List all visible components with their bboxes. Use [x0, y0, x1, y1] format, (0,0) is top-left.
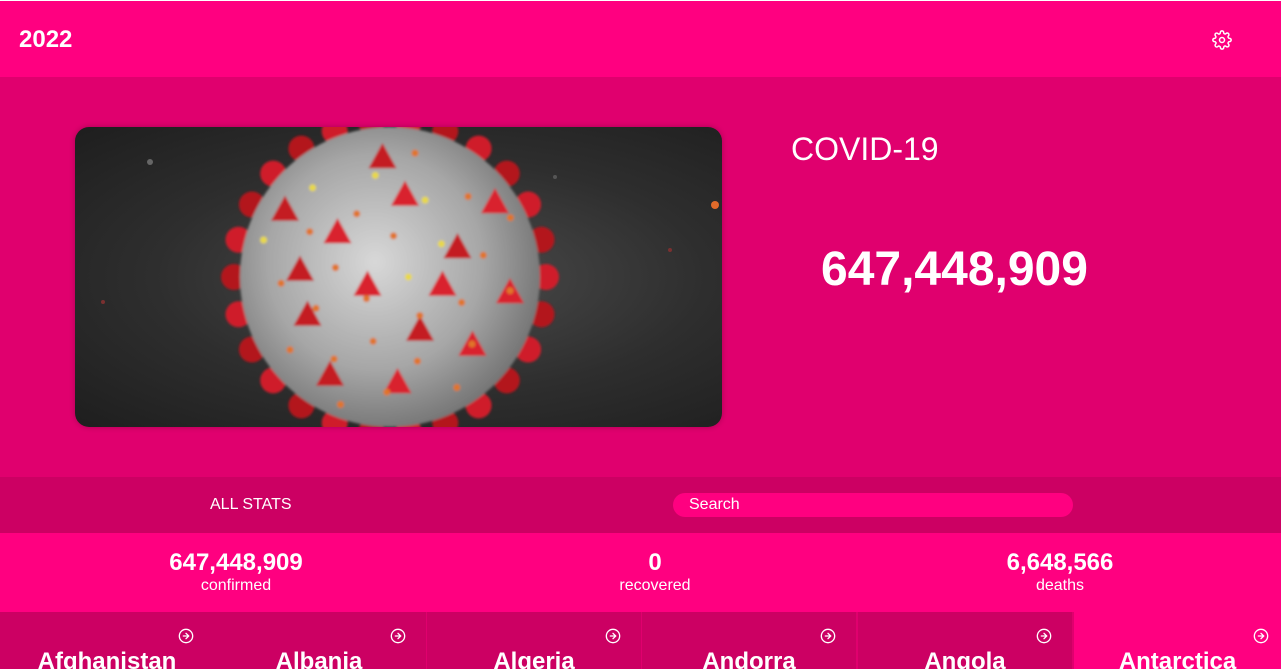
stat-label: confirmed	[200, 577, 272, 594]
gear-icon[interactable]	[1212, 30, 1232, 50]
coronavirus-image	[75, 127, 722, 427]
stat-value: 6,648,566	[1006, 549, 1114, 576]
country-name: Antarctica	[1118, 648, 1237, 669]
arrow-right-circle-icon[interactable]	[605, 628, 621, 644]
country-name: Angola	[924, 648, 1006, 669]
country-card-albania[interactable]: Albania	[212, 612, 427, 669]
country-name: Algeria	[493, 648, 575, 669]
country-card-algeria[interactable]: Algeria	[427, 612, 642, 669]
all-stats-tab[interactable]: ALL STATS	[210, 496, 292, 514]
stat-label: deaths	[1035, 577, 1085, 594]
arrow-right-circle-icon[interactable]	[1036, 628, 1052, 644]
stat-value: 0	[648, 549, 662, 576]
stat-recovered: 0 recovered	[525, 549, 785, 595]
stat-label: recovered	[619, 577, 691, 594]
stat-confirmed: 647,448,909 confirmed	[106, 549, 366, 595]
country-card-angola[interactable]: Angola	[858, 612, 1073, 669]
country-name: Albania	[275, 648, 363, 669]
filter-bar: ALL STATS	[0, 477, 1281, 533]
arrow-right-circle-icon[interactable]	[178, 628, 194, 644]
hero-section: COVID-19 647,448,909	[0, 77, 1281, 477]
country-list: Afghanistan Albania Algeria Andorra Ango…	[0, 612, 1281, 669]
arrow-right-circle-icon[interactable]	[390, 628, 406, 644]
top-bar: 2022	[0, 0, 1281, 77]
stat-deaths: 6,648,566 deaths	[930, 549, 1190, 595]
country-card-antarctica[interactable]: Antarctica	[1074, 612, 1281, 669]
hero-title: COVID-19	[791, 131, 939, 167]
hero-total-count: 647,448,909	[821, 243, 1088, 296]
search-input[interactable]	[673, 493, 1073, 517]
country-card-andorra[interactable]: Andorra	[642, 612, 857, 669]
brand-title[interactable]: 2022	[19, 26, 72, 54]
country-card-afghanistan[interactable]: Afghanistan	[0, 612, 215, 669]
virus-illustration	[101, 127, 719, 427]
arrow-right-circle-icon[interactable]	[820, 628, 836, 644]
arrow-right-circle-icon[interactable]	[1253, 628, 1269, 644]
country-name: Andorra	[702, 648, 796, 669]
stat-value: 647,448,909	[169, 549, 303, 576]
country-name: Afghanistan	[37, 648, 177, 669]
stats-summary: 647,448,909 confirmed 0 recovered 6,648,…	[0, 533, 1281, 612]
